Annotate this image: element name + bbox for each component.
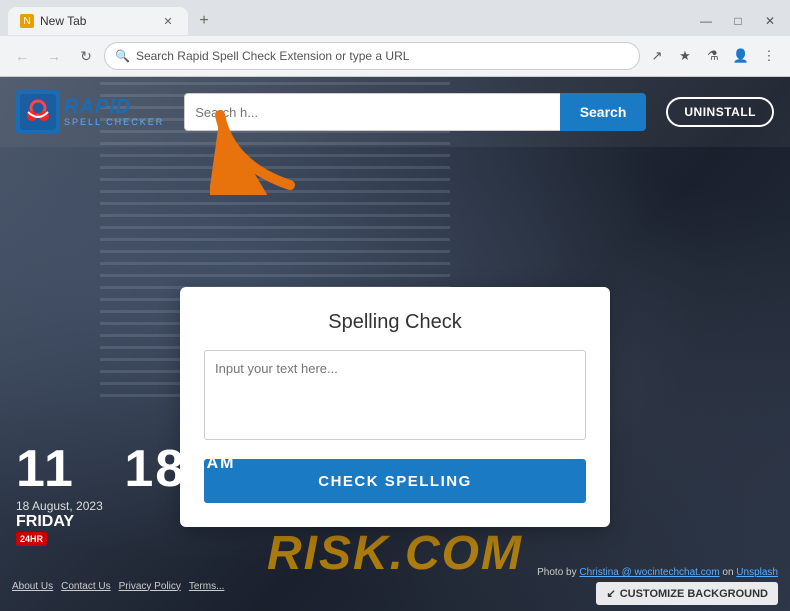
- maximize-button[interactable]: □: [726, 9, 750, 33]
- bottom-links: About Us Contact Us Privacy Policy Terms…: [12, 581, 224, 592]
- photo-credit-on: on: [722, 567, 736, 578]
- bottom-right: Photo by Christina @ wocintechchat.com o…: [537, 567, 778, 605]
- tab-close-button[interactable]: ✕: [160, 13, 176, 29]
- extensions-icon[interactable]: ⚗: [700, 43, 726, 69]
- bookmark-icon[interactable]: ★: [672, 43, 698, 69]
- time-hours: 11: [16, 440, 75, 498]
- spell-check-card: Spelling Check CHECK SPELLING: [180, 287, 610, 527]
- logo-icon: [16, 90, 60, 134]
- window-controls: — □ ✕: [694, 9, 782, 33]
- page-content: RAPID SPELL CHECKER Search UNINSTALL Spe…: [0, 77, 790, 611]
- nav-right-icons: ↗ ★ ⚗ 👤 ⋮: [644, 43, 782, 69]
- tab-favicon: N: [20, 14, 34, 28]
- privacy-policy-link[interactable]: Privacy Policy: [119, 581, 181, 592]
- customize-icon: ↙: [606, 587, 615, 600]
- about-us-link[interactable]: About Us: [12, 581, 53, 592]
- browser-chrome: N New Tab ✕ + — □ ✕ ← → ↻ 🔍 Search Rapid…: [0, 0, 790, 77]
- card-title: Spelling Check: [204, 311, 586, 334]
- extension-header: RAPID SPELL CHECKER Search UNINSTALL: [0, 77, 790, 147]
- time-ampm: AM: [207, 455, 236, 472]
- logo-text: RAPID SPELL CHECKER: [64, 96, 164, 128]
- back-button[interactable]: ←: [8, 42, 36, 70]
- contact-us-link[interactable]: Contact Us: [61, 581, 110, 592]
- profile-icon[interactable]: 👤: [728, 43, 754, 69]
- customize-label: CUSTOMIZE BACKGROUND: [620, 588, 768, 600]
- spell-textarea[interactable]: [204, 350, 586, 440]
- reload-button[interactable]: ↻: [72, 42, 100, 70]
- check-spelling-button[interactable]: CHECK SPELLING: [204, 459, 586, 503]
- time-minutes: 18: [124, 440, 186, 498]
- customize-background-button[interactable]: ↙ CUSTOMIZE BACKGROUND: [596, 582, 778, 605]
- terms-link[interactable]: Terms...: [189, 581, 225, 592]
- bottom-left: About Us Contact Us Privacy Policy Terms…: [12, 581, 224, 592]
- photo-credit: Photo by Christina @ wocintechchat.com o…: [537, 567, 778, 578]
- active-tab[interactable]: N New Tab ✕: [8, 7, 188, 35]
- address-bar[interactable]: 🔍 Search Rapid Spell Check Extension or …: [104, 42, 640, 70]
- logo-sub-text: SPELL CHECKER: [64, 118, 164, 128]
- unsplash-link[interactable]: Unsplash: [736, 567, 778, 578]
- timer-badge: 24HR: [16, 532, 47, 546]
- share-icon[interactable]: ↗: [644, 43, 670, 69]
- search-input[interactable]: [195, 105, 549, 120]
- photo-credit-prefix: Photo by: [537, 567, 579, 578]
- search-input-wrapper: [184, 93, 559, 131]
- tab-title: New Tab: [40, 14, 86, 28]
- new-tab-button[interactable]: +: [192, 9, 216, 33]
- page-bottom-bar: About Us Contact Us Privacy Policy Terms…: [0, 561, 790, 611]
- logo-svg: [20, 94, 56, 130]
- logo-area: RAPID SPELL CHECKER: [16, 90, 164, 134]
- uninstall-button[interactable]: UNINSTALL: [666, 97, 774, 127]
- tab-bar: N New Tab ✕ + — □ ✕: [0, 0, 790, 36]
- logo-rapid-text: RAPID: [64, 96, 164, 118]
- search-icon: 🔍: [115, 49, 130, 63]
- search-bar-container: Search: [184, 93, 646, 131]
- forward-button[interactable]: →: [40, 42, 68, 70]
- time-main: 11 18 AM: [16, 443, 236, 495]
- time-display: 11 18 AM 18 August, 2023 FRIDAY: [16, 443, 236, 531]
- close-window-button[interactable]: ✕: [758, 9, 782, 33]
- date-display: 18 August, 2023: [16, 499, 236, 513]
- nav-bar: ← → ↻ 🔍 Search Rapid Spell Check Extensi…: [0, 36, 790, 76]
- menu-icon[interactable]: ⋮: [756, 43, 782, 69]
- address-text: Search Rapid Spell Check Extension or ty…: [136, 49, 629, 63]
- photo-credit-author-link[interactable]: Christina @ wocintechchat.com: [579, 567, 719, 578]
- minimize-button[interactable]: —: [694, 9, 718, 33]
- day-display: FRIDAY: [16, 513, 236, 531]
- search-button[interactable]: Search: [560, 93, 647, 131]
- text-area-wrapper: [204, 350, 586, 445]
